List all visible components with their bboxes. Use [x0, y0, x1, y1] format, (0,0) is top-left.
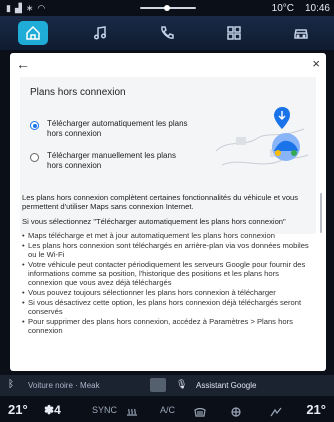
status-icons: ▮ ▟ ∗ ◠: [6, 3, 45, 14]
ac-button[interactable]: A/C: [160, 405, 175, 415]
radio-manual-download[interactable]: [30, 153, 39, 162]
fan-speed-value: 4: [54, 403, 61, 417]
driver-temperature[interactable]: 21°: [8, 402, 28, 417]
status-bar: ▮ ▟ ∗ ◠ 10°C 10:46: [0, 0, 334, 16]
dialog-title: Plans hors connexion: [30, 87, 126, 98]
back-arrow-icon[interactable]: ←: [16, 57, 30, 71]
wifi-icon: ◠: [37, 3, 46, 13]
media-source[interactable]: Voiture noire · Meak: [28, 381, 100, 390]
option-auto-download[interactable]: Télécharger automatiquement les plans ho…: [30, 119, 190, 139]
tab-apps[interactable]: [200, 16, 267, 50]
signal-icon: ▟: [14, 3, 22, 13]
ventilation-button[interactable]: [270, 404, 282, 417]
wheel-right: [291, 150, 297, 156]
dialog-body: Les plans hors connexion complètent cert…: [22, 193, 314, 336]
bluetooth-icon: ∗: [25, 3, 34, 13]
front-defrost-button[interactable]: [194, 404, 206, 417]
tab-phone[interactable]: [134, 16, 201, 50]
list-item: Maps télécharge et met à jour automatiqu…: [22, 231, 314, 241]
list-item: Vous pouvez toujours sélectionner les pl…: [22, 288, 314, 298]
wheel-left: [275, 150, 281, 156]
seat-heat-icon: [231, 407, 241, 417]
if-selected-text: Si vous sélectionnez "Télécharger automa…: [22, 216, 286, 226]
media-bar: ᛒ Voiture noire · Meak 🎙 Assistant Googl…: [0, 375, 334, 396]
google-assistant-label[interactable]: Assistant Google: [196, 381, 256, 390]
outside-temperature: 10°C: [271, 3, 294, 14]
list-item: Votre véhicule peut contacter périodique…: [22, 260, 314, 288]
album-art[interactable]: [150, 378, 166, 392]
passenger-temperature[interactable]: 21°: [306, 402, 326, 417]
tab-vehicle[interactable]: [267, 16, 334, 50]
intro-text: Les plans hors connexion complètent cert…: [22, 193, 299, 212]
list-item: Si vous désactivez cette option, les pla…: [22, 298, 314, 317]
dialog-header: ← ×: [10, 53, 326, 77]
fan-icon: ✽: [44, 403, 55, 417]
ventilation-icon: [270, 407, 282, 417]
fan-speed[interactable]: ✽4: [44, 403, 61, 417]
radio-auto-download[interactable]: [30, 121, 39, 130]
microphone-icon[interactable]: 🎙: [176, 379, 187, 390]
list-item: Les plans hors connexion sont téléchargé…: [22, 241, 314, 260]
tab-home[interactable]: [0, 16, 67, 50]
list-item: Pour supprimer des plans hors connexion,…: [22, 317, 314, 336]
seat-heat-button[interactable]: [230, 404, 242, 417]
top-navigation: [0, 16, 334, 50]
music-icon: [94, 26, 107, 40]
rear-defrost-button[interactable]: [126, 404, 138, 416]
screen: ▮ ▟ ∗ ◠ 10°C 10:46 ← × Plans hors connex…: [0, 0, 334, 422]
tab-music[interactable]: [67, 16, 134, 50]
defrost-icon: [127, 408, 137, 416]
scrollbar[interactable]: [320, 193, 322, 233]
option-manual-download[interactable]: Télécharger manuellement les plans hors …: [30, 151, 190, 171]
offline-maps-dialog: ← × Plans hors connexion Télécharger aut…: [10, 53, 326, 371]
phone-icon: [161, 26, 174, 39]
home-icon: [26, 25, 41, 40]
clock: 10:46: [304, 3, 330, 14]
option-manual-download-label: Télécharger manuellement les plans hors …: [47, 151, 176, 170]
close-icon[interactable]: ×: [312, 57, 320, 71]
car-icon: [293, 29, 308, 39]
drag-handle[interactable]: [140, 5, 196, 11]
bullet-list: Maps télécharge et met à jour automatiqu…: [22, 231, 314, 336]
sync-button[interactable]: SYNC: [92, 405, 117, 415]
bluetooth-icon: ᛒ: [8, 379, 14, 390]
map-block: [236, 137, 246, 145]
apps-icon: [227, 26, 241, 40]
option-auto-download-label: Télécharger automatiquement les plans ho…: [47, 119, 188, 138]
user-icon: ▮: [6, 3, 11, 13]
climate-bar: 21° ✽4 SYNC A/C 21°: [0, 397, 334, 422]
offline-map-illustration: [215, 107, 309, 166]
windshield-defrost-icon: [194, 407, 206, 417]
